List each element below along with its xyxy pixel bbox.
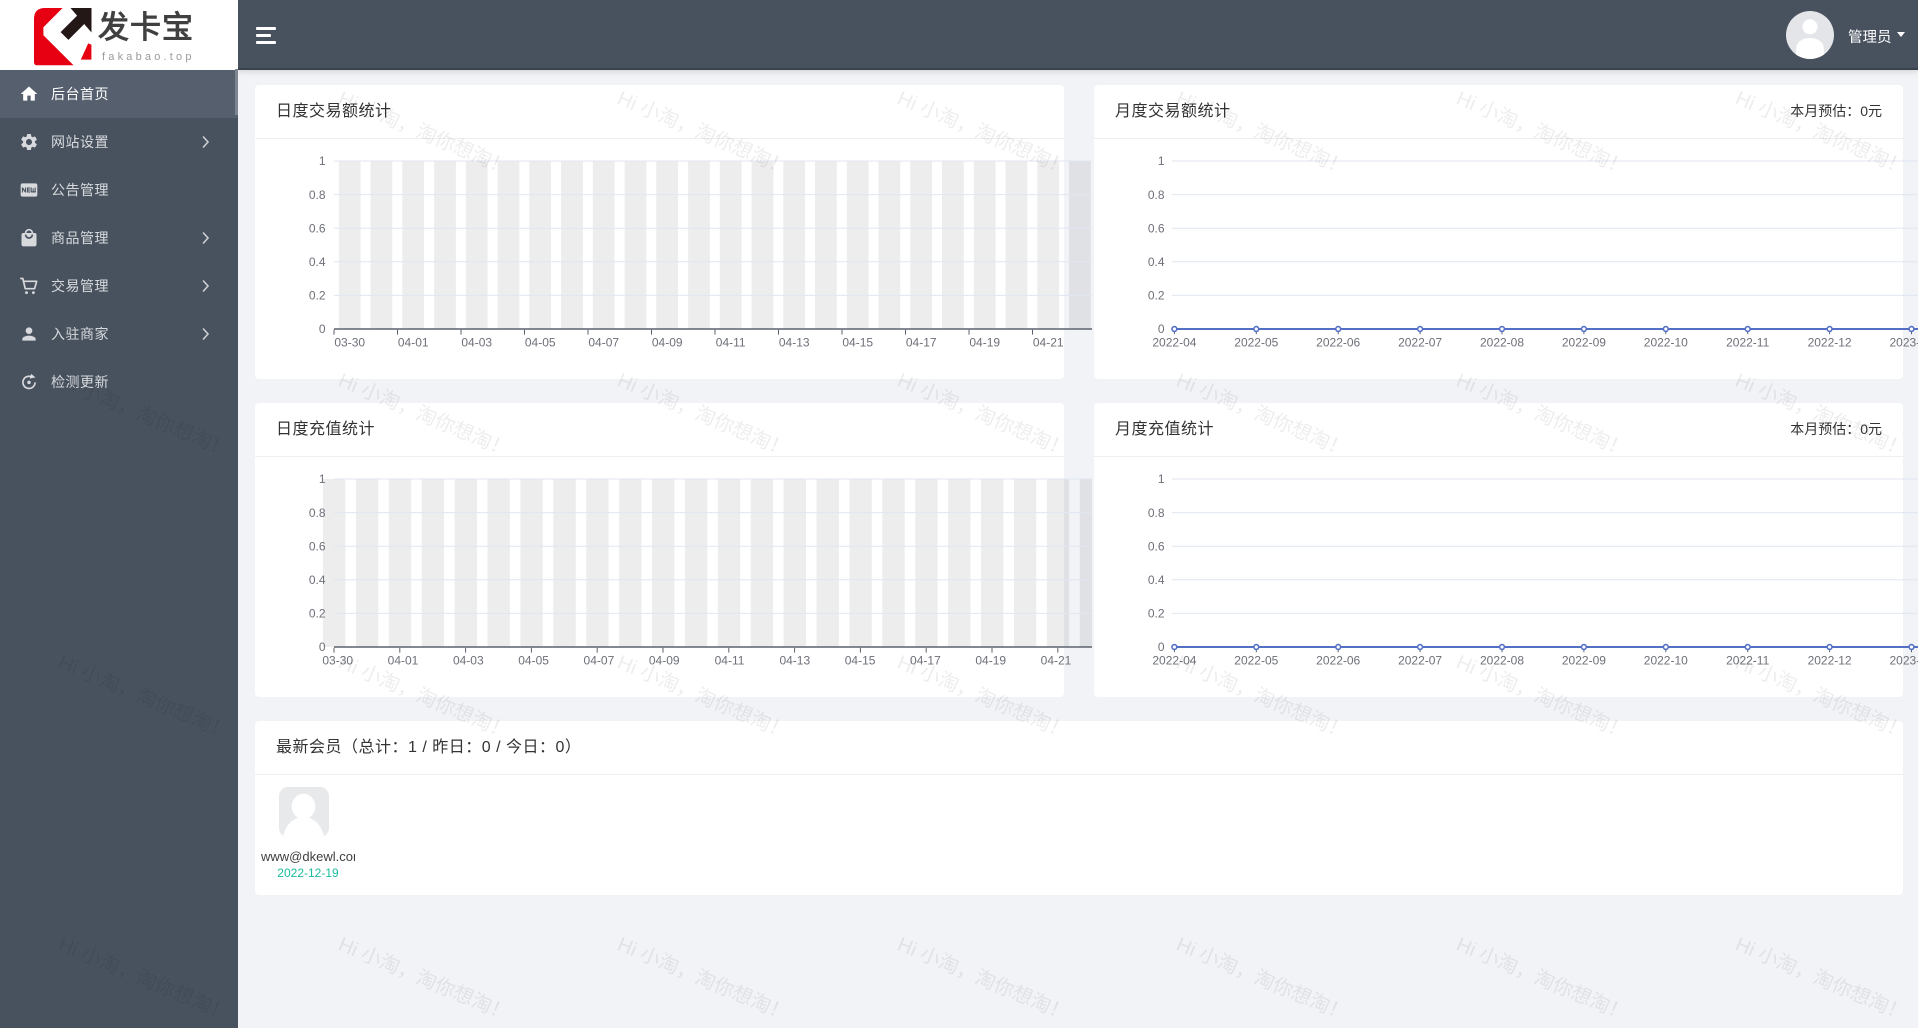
svg-text:0: 0 <box>319 640 326 654</box>
svg-text:0.4: 0.4 <box>1148 573 1165 587</box>
svg-text:04-17: 04-17 <box>910 654 941 668</box>
svg-text:2022-05: 2022-05 <box>1234 654 1278 668</box>
svg-text:0.6: 0.6 <box>1148 221 1165 235</box>
svg-text:2022-10: 2022-10 <box>1644 336 1688 350</box>
svg-text:0.8: 0.8 <box>1148 506 1165 520</box>
svg-text:2022-08: 2022-08 <box>1480 336 1524 350</box>
svg-text:04-11: 04-11 <box>716 336 746 350</box>
svg-text:2022-09: 2022-09 <box>1562 654 1606 668</box>
svg-text:0.2: 0.2 <box>1148 289 1165 303</box>
svg-text:03-30: 03-30 <box>322 654 353 668</box>
svg-text:2023-01: 2023-01 <box>1889 336 1918 350</box>
svg-text:04-05: 04-05 <box>518 654 549 668</box>
svg-text:2022-07: 2022-07 <box>1398 654 1442 668</box>
svg-text:0.8: 0.8 <box>309 188 326 202</box>
svg-text:0: 0 <box>319 322 326 336</box>
svg-text:04-11: 04-11 <box>715 654 745 668</box>
svg-text:04-15: 04-15 <box>845 654 876 668</box>
svg-text:2022-08: 2022-08 <box>1480 654 1524 668</box>
svg-text:2022-04: 2022-04 <box>1152 336 1196 350</box>
svg-text:04-13: 04-13 <box>779 336 810 350</box>
svg-text:2022-09: 2022-09 <box>1562 336 1606 350</box>
svg-text:0.8: 0.8 <box>309 506 326 520</box>
svg-text:04-03: 04-03 <box>461 336 492 350</box>
svg-text:04-07: 04-07 <box>584 654 615 668</box>
svg-text:0: 0 <box>1158 322 1165 336</box>
svg-text:1: 1 <box>319 472 326 486</box>
svg-text:04-21: 04-21 <box>1041 654 1072 668</box>
svg-text:2022-12: 2022-12 <box>1808 654 1852 668</box>
svg-text:0.6: 0.6 <box>309 539 326 553</box>
svg-text:0.2: 0.2 <box>309 289 326 303</box>
svg-text:1: 1 <box>1158 472 1165 486</box>
svg-text:0.2: 0.2 <box>309 607 326 621</box>
svg-text:0.4: 0.4 <box>309 255 326 269</box>
svg-text:0.2: 0.2 <box>1148 607 1165 621</box>
svg-text:04-15: 04-15 <box>842 336 873 350</box>
svg-text:2022-07: 2022-07 <box>1398 336 1442 350</box>
svg-text:2023-01: 2023-01 <box>1889 654 1918 668</box>
svg-text:04-03: 04-03 <box>453 654 484 668</box>
svg-text:04-19: 04-19 <box>975 654 1006 668</box>
svg-text:04-05: 04-05 <box>525 336 556 350</box>
svg-text:2022-06: 2022-06 <box>1316 336 1360 350</box>
svg-text:0.6: 0.6 <box>1148 539 1165 553</box>
svg-text:1: 1 <box>319 154 326 168</box>
svg-text:2022-11: 2022-11 <box>1726 336 1769 350</box>
svg-text:04-09: 04-09 <box>649 654 680 668</box>
svg-text:2022-06: 2022-06 <box>1316 654 1360 668</box>
svg-text:04-19: 04-19 <box>969 336 1000 350</box>
svg-text:2022-10: 2022-10 <box>1644 654 1688 668</box>
svg-text:2022-05: 2022-05 <box>1234 336 1278 350</box>
svg-text:2022-11: 2022-11 <box>1726 654 1769 668</box>
svg-text:0.4: 0.4 <box>1148 255 1165 269</box>
svg-text:04-13: 04-13 <box>779 654 810 668</box>
svg-text:0.8: 0.8 <box>1148 188 1165 202</box>
svg-text:0.6: 0.6 <box>309 221 326 235</box>
svg-text:2022-04: 2022-04 <box>1152 654 1196 668</box>
svg-text:03-30: 03-30 <box>334 336 365 350</box>
svg-text:04-21: 04-21 <box>1033 336 1064 350</box>
svg-text:1: 1 <box>1158 154 1165 168</box>
svg-text:2022-12: 2022-12 <box>1808 336 1852 350</box>
svg-text:04-07: 04-07 <box>588 336 619 350</box>
svg-text:04-01: 04-01 <box>388 654 419 668</box>
svg-text:04-09: 04-09 <box>652 336 683 350</box>
svg-text:04-01: 04-01 <box>398 336 429 350</box>
svg-text:0: 0 <box>1158 640 1165 654</box>
svg-text:04-17: 04-17 <box>906 336 937 350</box>
svg-text:0.4: 0.4 <box>309 573 326 587</box>
